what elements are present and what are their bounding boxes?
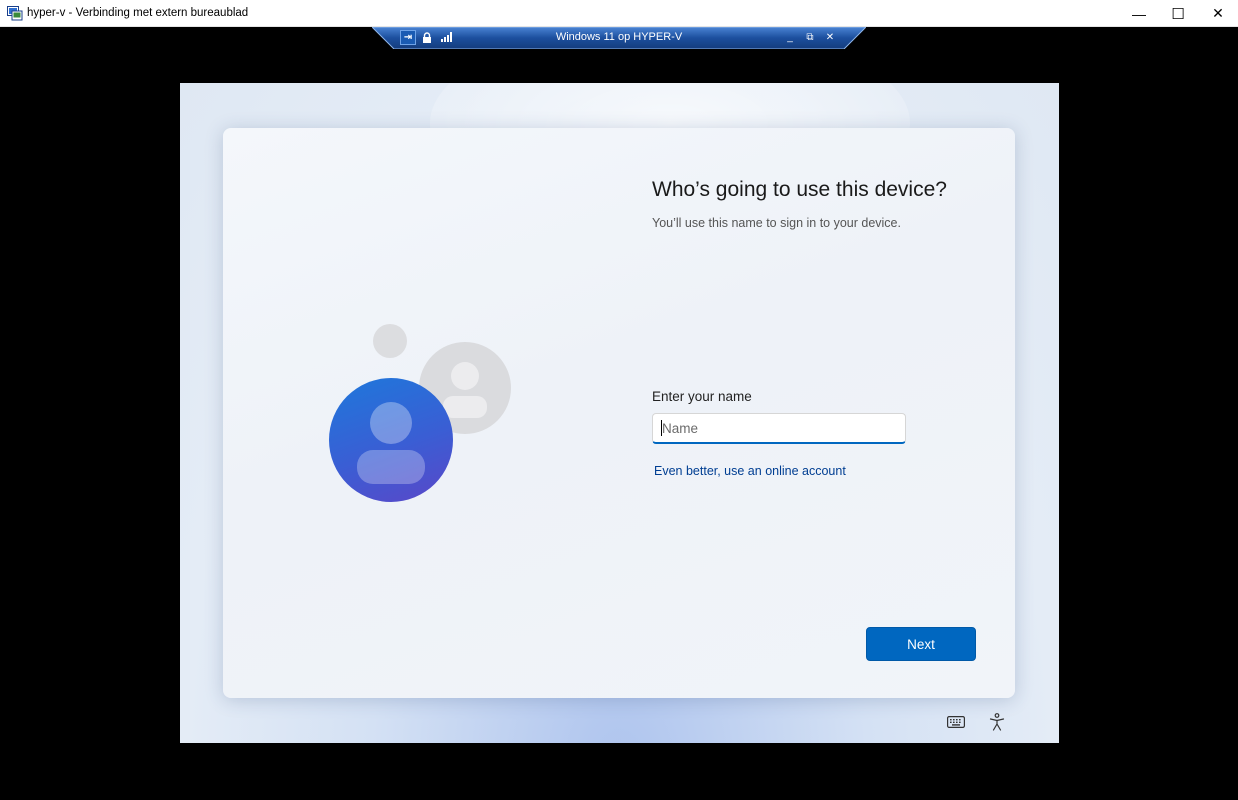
window-minimize-button[interactable]: — — [1119, 0, 1159, 27]
decorative-dot — [373, 324, 407, 358]
name-input[interactable] — [652, 413, 906, 444]
connection-restore-button[interactable]: ⧉ — [803, 30, 817, 44]
window-title: hyper-v - Verbinding met extern bureaubl… — [27, 7, 249, 19]
connection-close-button[interactable]: ✕ — [823, 30, 837, 44]
vm-screen: Who’s going to use this device? You’ll u… — [180, 83, 1059, 743]
minimize-icon: — — [1132, 5, 1146, 22]
person-body — [357, 450, 425, 484]
lock-icon[interactable] — [420, 30, 434, 44]
online-account-link[interactable]: Even better, use an online account — [654, 464, 846, 478]
window-titlebar: hyper-v - Verbinding met extern bureaubl… — [0, 0, 1238, 27]
accessibility-icon[interactable] — [986, 711, 1008, 733]
oobe-card: Who’s going to use this device? You’ll u… — [223, 128, 1015, 698]
text-caret — [661, 420, 662, 436]
pin-button[interactable]: ⇥ — [400, 30, 416, 45]
page-subtitle: You’ll use this name to sign in to your … — [652, 216, 901, 230]
person-head — [451, 362, 479, 390]
next-button[interactable]: Next — [866, 627, 976, 661]
keyboard-icon[interactable] — [945, 711, 967, 733]
signal-icon[interactable] — [439, 30, 453, 44]
users-illustration — [327, 324, 513, 506]
pin-icon: ⇥ — [403, 32, 413, 43]
minimize-icon: _ — [787, 31, 793, 43]
person-body — [443, 396, 487, 418]
window-maximize-button[interactable]: ☐ — [1158, 0, 1198, 27]
blue-person-icon — [329, 378, 453, 502]
restore-icon: ⧉ — [806, 31, 814, 43]
maximize-icon: ☐ — [1171, 5, 1185, 23]
connection-bar: ⇥ Windows 11 op HYPER-V _ ⧉ ✕ — [372, 27, 866, 49]
close-icon: ✕ — [825, 31, 835, 43]
connection-minimize-button[interactable]: _ — [783, 30, 797, 44]
remote-desktop-icon — [7, 6, 23, 21]
name-field-label: Enter your name — [652, 389, 752, 404]
person-head — [370, 402, 412, 444]
connection-title: Windows 11 op HYPER-V — [555, 31, 683, 43]
page-title: Who’s going to use this device? — [652, 178, 947, 201]
window-close-button[interactable]: ✕ — [1198, 0, 1238, 27]
close-icon: ✕ — [1212, 5, 1224, 21]
